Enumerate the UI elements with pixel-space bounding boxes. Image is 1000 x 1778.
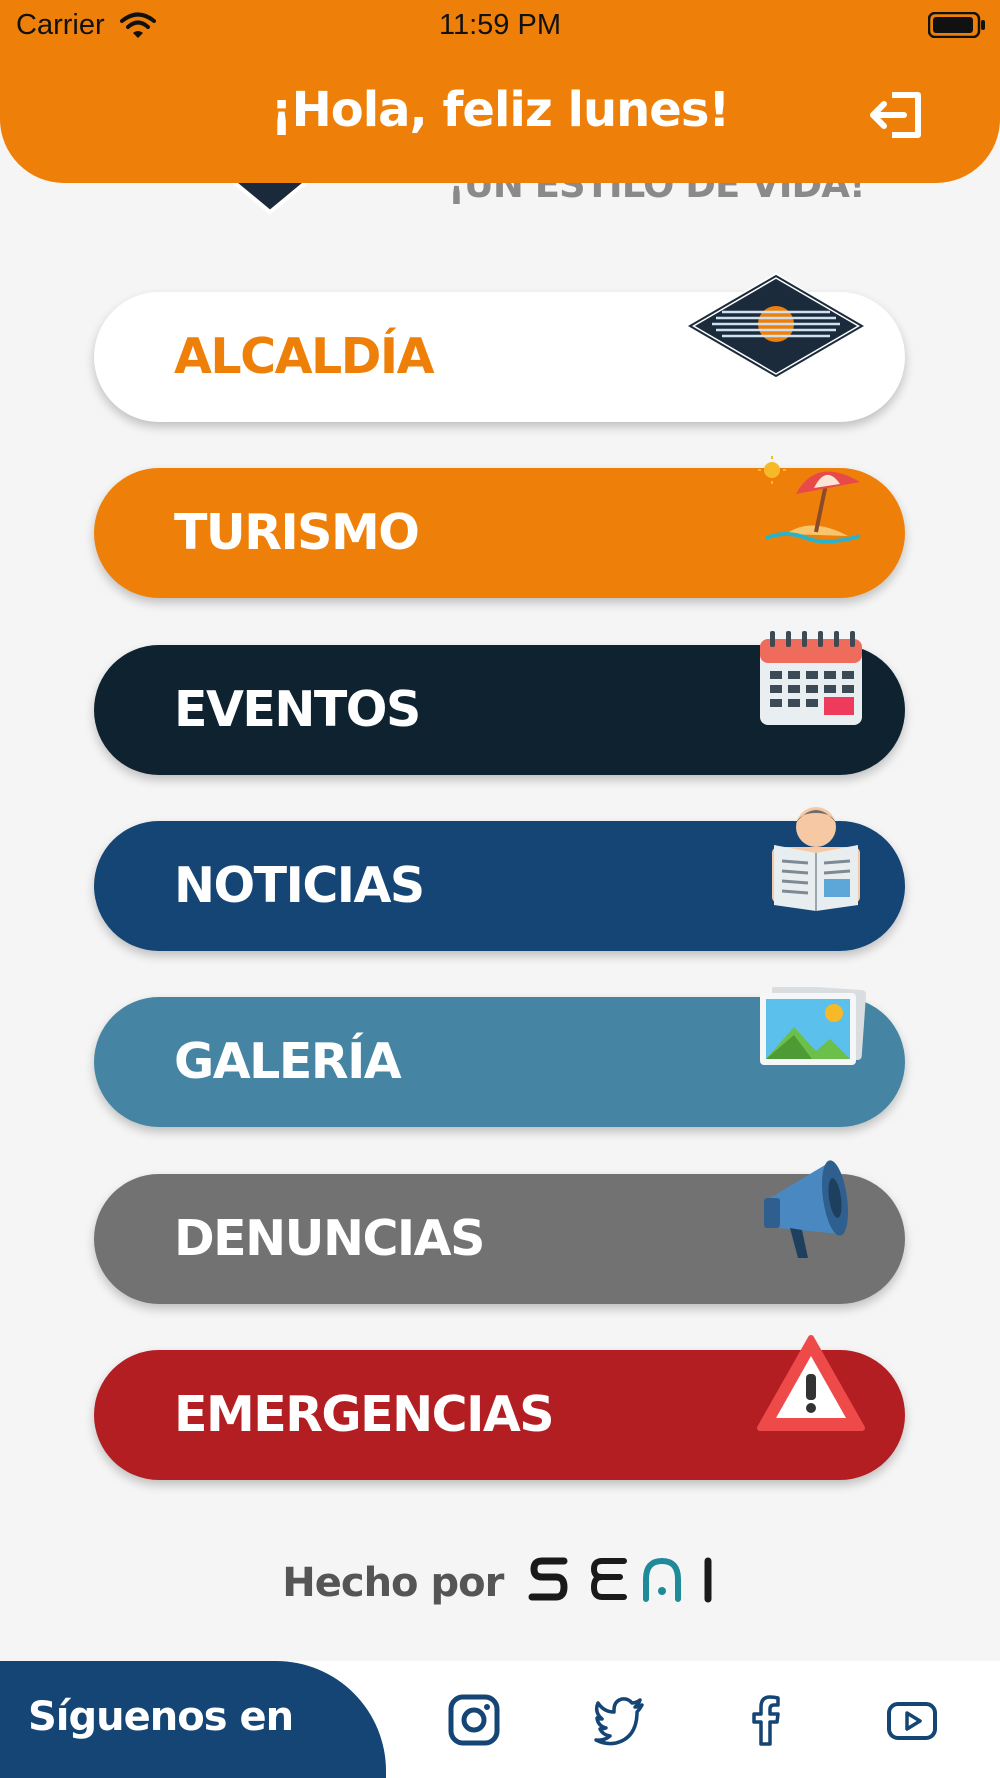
menu-item-denuncias[interactable]: DENUNCIAS [94,1160,905,1304]
follow-us-label: Síguenos en [28,1694,294,1740]
menu-item-label: NOTICIAS [174,857,425,914]
menu-item-label: EVENTOS [174,681,421,738]
header-bar: Carrier 11:59 PM ¡Hola, feliz lunes! [0,0,1000,183]
greeting-title: ¡Hola, feliz lunes! [270,82,731,138]
menu-item-label: ALCALDÍA [174,328,435,385]
newspaper-reader-icon [766,801,866,916]
menu-item-label: EMERGENCIAS [174,1386,555,1443]
menu-item-label: GALERÍA [174,1033,402,1090]
follow-us-tab: Síguenos en [0,1661,386,1778]
beach-umbrella-icon [756,454,866,559]
credit-line: Hecho por [0,1555,1000,1610]
instagram-icon[interactable] [448,1694,500,1746]
menu-item-galeria[interactable]: GALERÍA [94,984,905,1127]
menu-item-label: TURISMO [174,504,420,561]
social-bar: Síguenos en [0,1661,1000,1778]
city-hall-logo-icon [685,272,867,385]
menu-item-noticias[interactable]: NOTICIAS [94,807,905,951]
twitter-icon[interactable] [594,1694,646,1746]
menu-item-emergencias[interactable]: EMERGENCIAS [94,1335,905,1480]
calendar-icon [756,629,866,732]
picture-gallery-icon [756,984,867,1074]
menu-item-eventos[interactable]: EVENTOS [94,631,905,775]
menu-item-turismo[interactable]: TURISMO [94,456,905,598]
menu-item-alcaldia[interactable]: ALCALDÍA [94,273,905,422]
facebook-icon[interactable] [740,1694,792,1746]
megaphone-icon [760,1154,860,1271]
youtube-icon[interactable] [886,1694,938,1746]
menu-item-label: DENUNCIAS [174,1210,485,1267]
credit-text: Hecho por [282,1559,504,1606]
status-bar: Carrier 11:59 PM [0,0,1000,50]
clock-label: 11:59 PM [439,9,561,41]
warning-triangle-icon [756,1334,866,1439]
seai-brand-logo [528,1555,718,1610]
logout-icon[interactable] [870,92,922,143]
battery-icon [927,11,986,46]
